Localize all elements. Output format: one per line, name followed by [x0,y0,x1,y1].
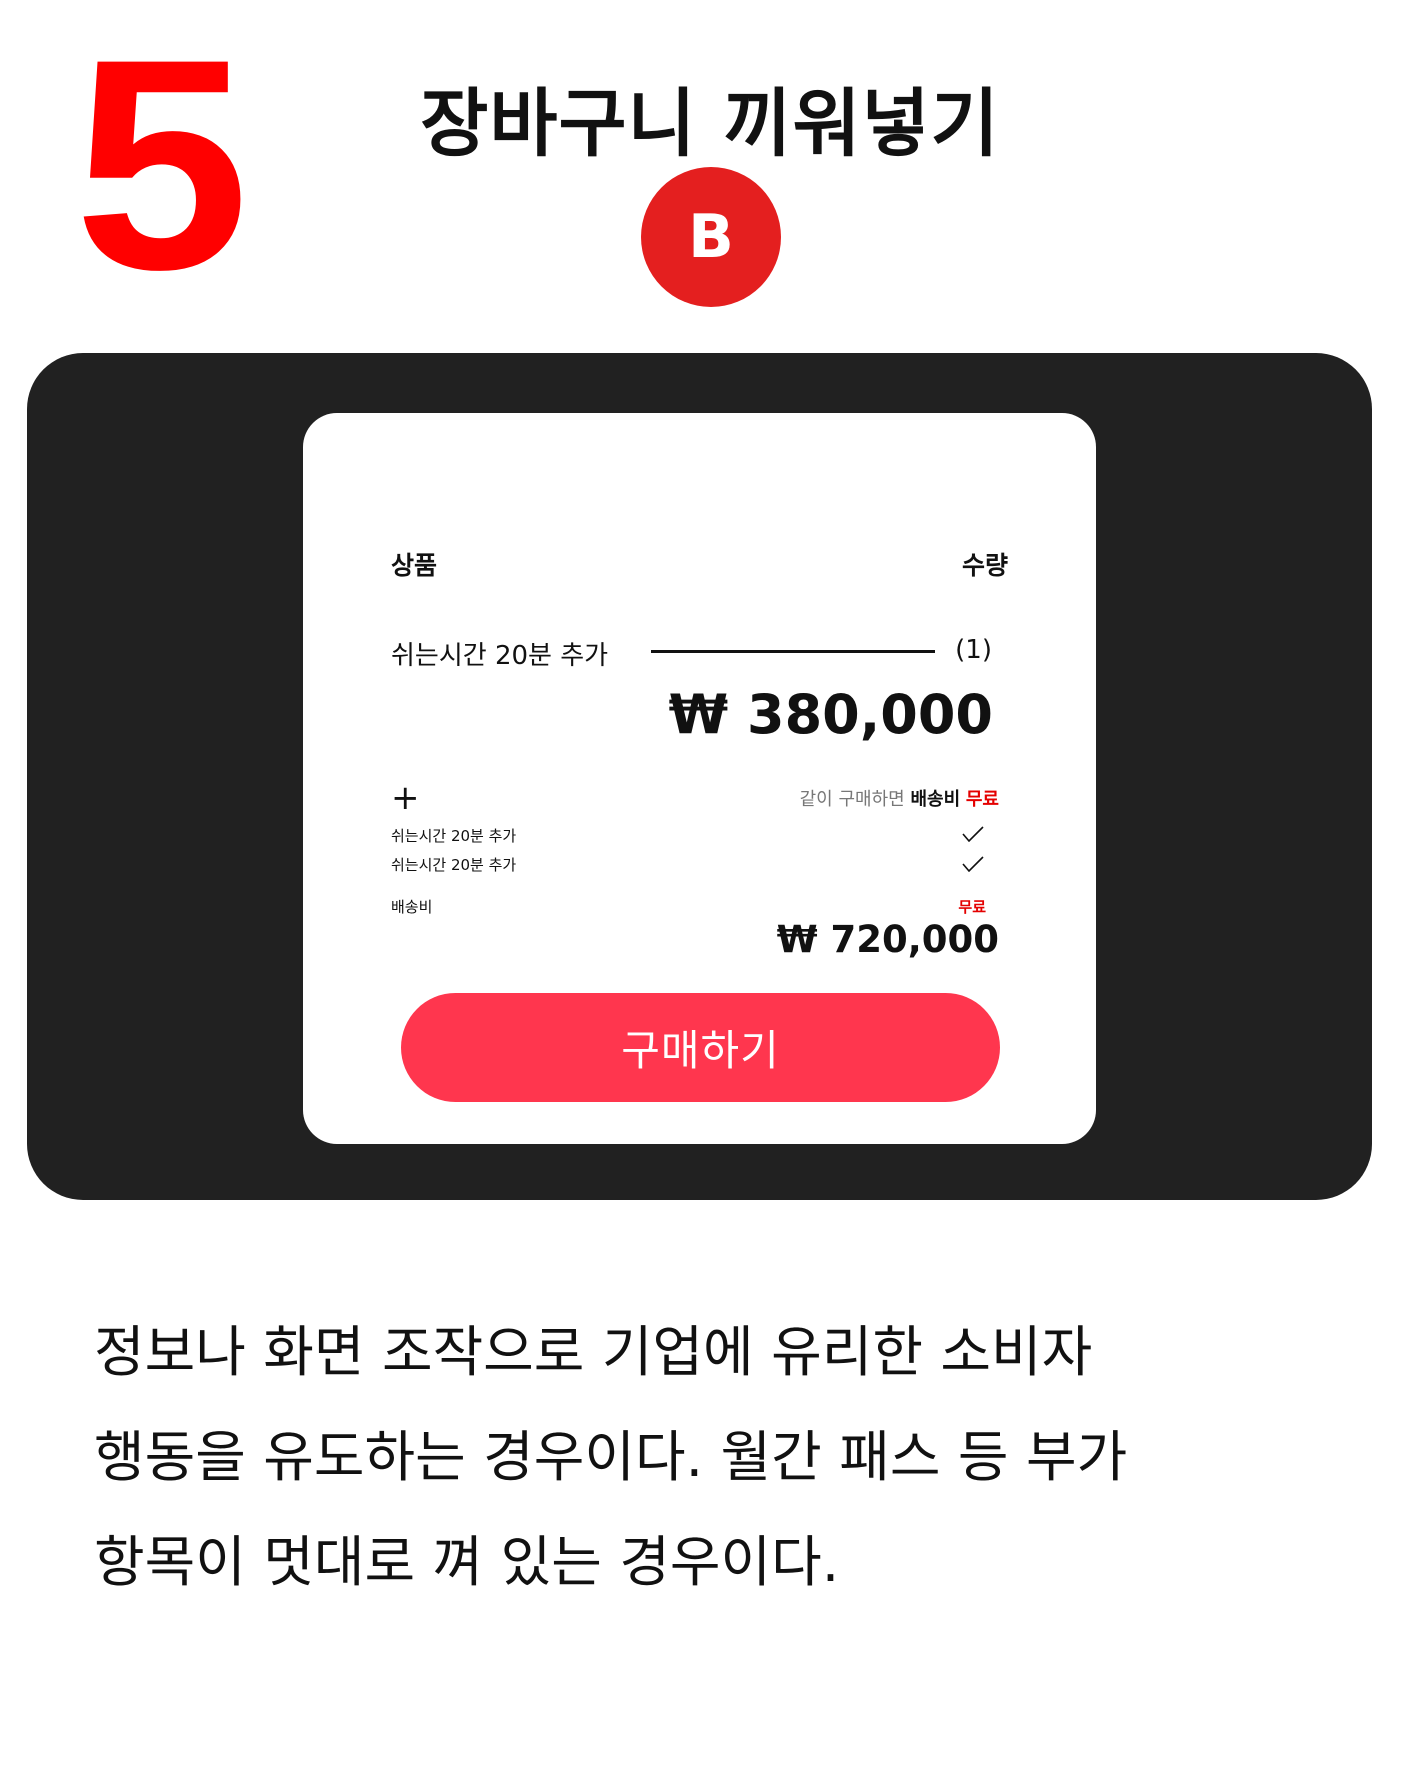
description: 정보나 화면 조작으로 기업에 유리한 소비자 행동을 유도하는 경우이다. 월… [94,1300,1354,1615]
note-free: 무료 [965,789,999,810]
step-number: 5 [74,0,250,332]
addon-row-label: 쉬는시간 20분 추가 [391,827,517,845]
shipping-label: 배송비 [391,898,433,916]
note-fee: 배송비 [910,789,961,810]
description-line: 행동을 유도하는 경우이다. 월간 패스 등 부가 [94,1425,1128,1489]
addon-checkbox[interactable] [962,856,984,876]
column-header-quantity: 수량 [961,551,1008,580]
plus-icon: + [391,778,420,818]
variant-badge: B [641,167,781,307]
addon-checkbox[interactable] [962,826,984,846]
total-price: ₩ 720,000 [776,918,999,961]
description-line: 항목이 멋대로 껴 있는 경우이다. [94,1530,840,1594]
column-header-product: 상품 [391,551,438,580]
note-prefix: 같이 구매하면 [799,789,905,810]
description-line: 정보나 화면 조작으로 기업에 유리한 소비자 [94,1320,1093,1384]
cart-item-name: 쉬는시간 20분 추가 [391,641,609,671]
check-icon [962,826,984,843]
cart-item-price: ₩ 380,000 [668,683,993,746]
shipping-value: 무료 [958,898,986,916]
bundle-shipping-note: 같이 구매하면 배송비 무료 [800,785,999,811]
item-divider-line [651,650,935,653]
page-title: 장바구니 끼워넣기 [420,81,1000,167]
check-icon [962,856,984,873]
addon-row-label: 쉬는시간 20분 추가 [391,856,517,874]
buy-button[interactable]: 구매하기 [401,993,1000,1102]
cart-item-quantity: (1) [955,635,992,665]
